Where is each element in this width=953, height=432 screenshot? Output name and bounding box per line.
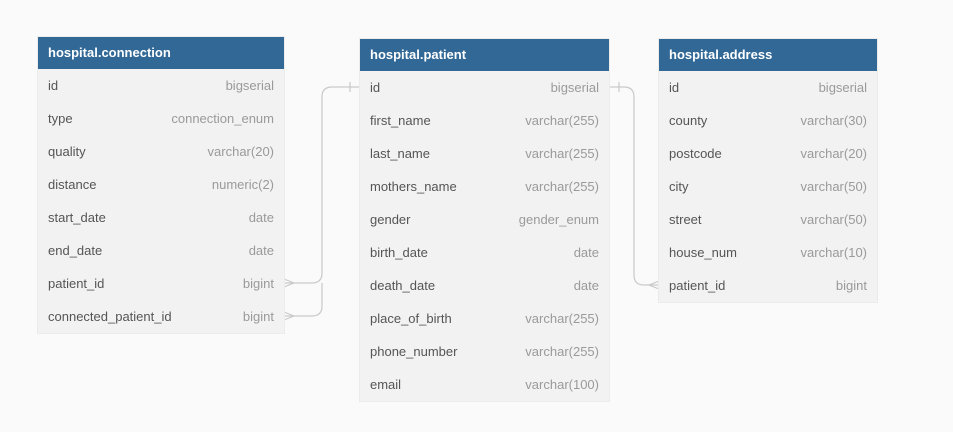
table-row[interactable]: death_date date [360, 269, 609, 302]
table-row[interactable]: distance numeric(2) [38, 168, 284, 201]
column-type: date [573, 278, 599, 293]
relationship-line-connected-patient-id [284, 283, 323, 317]
table-row[interactable]: type connection_enum [38, 102, 284, 135]
table-row[interactable]: phone_number varchar(255) [360, 335, 609, 368]
column-name: city [669, 179, 689, 194]
column-type: bigserial [818, 80, 867, 95]
column-name: patient_id [48, 276, 105, 291]
table-connection[interactable]: hospital.connection id bigserial type conne… [38, 37, 284, 333]
column-type: varchar(255) [525, 311, 599, 326]
column-type: varchar(255) [525, 113, 599, 128]
column-name: start_date [48, 210, 106, 225]
column-type: varchar(30) [800, 113, 867, 128]
table-row[interactable]: house_num varchar(10) [659, 236, 877, 269]
table-row[interactable]: city varchar(50) [659, 170, 877, 203]
column-type: gender_enum [518, 212, 599, 227]
table-row[interactable]: quality varchar(20) [38, 135, 284, 168]
column-name: birth_date [370, 245, 428, 260]
table-header-address[interactable]: hospital.address [659, 39, 877, 71]
column-type: date [248, 210, 274, 225]
column-name: death_date [370, 278, 436, 293]
column-type: bigserial [225, 78, 274, 93]
table-row[interactable]: end_date date [38, 234, 284, 267]
column-name: id [48, 78, 59, 93]
column-name: place_of_birth [370, 311, 452, 326]
column-type: date [573, 245, 599, 260]
column-name: connected_patient_id [48, 309, 172, 324]
column-type: varchar(50) [800, 212, 867, 227]
column-type: varchar(10) [800, 245, 867, 260]
column-type: varchar(255) [525, 146, 599, 161]
relationship-line-address-patient-id [609, 86, 659, 286]
column-name: end_date [48, 243, 103, 258]
column-type: connection_enum [171, 111, 274, 126]
table-row[interactable]: email varchar(100) [360, 368, 609, 401]
column-type: varchar(20) [800, 146, 867, 161]
table-row[interactable]: patient_id bigint [659, 269, 877, 302]
column-name: type [48, 111, 73, 126]
column-type: varchar(255) [525, 179, 599, 194]
column-name: email [370, 377, 402, 392]
column-type: date [248, 243, 274, 258]
column-name: house_num [669, 245, 737, 260]
table-header-patient[interactable]: hospital.patient [360, 39, 609, 71]
column-name: street [669, 212, 702, 227]
table-patient[interactable]: hospital.patient id bigserial first_name va… [360, 39, 609, 401]
column-type: varchar(20) [207, 144, 274, 159]
column-name: first_name [370, 113, 431, 128]
table-row[interactable]: id bigserial [360, 71, 609, 104]
table-rows-address: id bigserial county varchar(30) postcode varc… [659, 71, 877, 302]
table-header-connection[interactable]: hospital.connection [38, 37, 284, 69]
column-name: county [669, 113, 708, 128]
relationship-line-patient-id [284, 86, 360, 284]
column-type: bigint [835, 278, 867, 293]
column-name: quality [48, 144, 86, 159]
table-row[interactable]: postcode varchar(20) [659, 137, 877, 170]
column-name: patient_id [669, 278, 726, 293]
table-row[interactable]: patient_id bigint [38, 267, 284, 300]
table-row[interactable]: county varchar(30) [659, 104, 877, 137]
column-name: gender [370, 212, 411, 227]
table-address[interactable]: hospital.address id bigserial county varcha… [659, 39, 877, 302]
table-row[interactable]: place_of_birth varchar(255) [360, 302, 609, 335]
column-name: phone_number [370, 344, 458, 359]
table-row[interactable]: first_name varchar(255) [360, 104, 609, 137]
table-row[interactable]: last_name varchar(255) [360, 137, 609, 170]
table-rows-connection: id bigserial type connection_enumquality var… [38, 69, 284, 333]
column-name: id [370, 80, 381, 95]
table-row[interactable]: birth_date date [360, 236, 609, 269]
table-row[interactable]: id bigserial [659, 71, 877, 104]
column-type: bigint [242, 276, 274, 291]
table-rows-patient: id bigserial first_name varchar(255) last_na… [360, 71, 609, 401]
table-row[interactable]: gender gender_enum [360, 203, 609, 236]
table-row[interactable]: mothers_name varchar(255) [360, 170, 609, 203]
table-row[interactable]: connected_patient_id bigint [38, 300, 284, 333]
column-type: bigint [242, 309, 274, 324]
column-type: numeric(2) [211, 177, 274, 192]
column-name: postcode [669, 146, 722, 161]
column-type: bigserial [550, 80, 599, 95]
column-type: varchar(255) [525, 344, 599, 359]
column-name: id [669, 80, 680, 95]
column-type: varchar(50) [800, 179, 867, 194]
column-name: last_name [370, 146, 430, 161]
table-row[interactable]: street varchar(50) [659, 203, 877, 236]
column-type: varchar(100) [525, 377, 599, 392]
table-row[interactable]: start_date date [38, 201, 284, 234]
column-name: mothers_name [370, 179, 457, 194]
table-row[interactable]: id bigserial [38, 69, 284, 102]
column-name: distance [48, 177, 97, 192]
